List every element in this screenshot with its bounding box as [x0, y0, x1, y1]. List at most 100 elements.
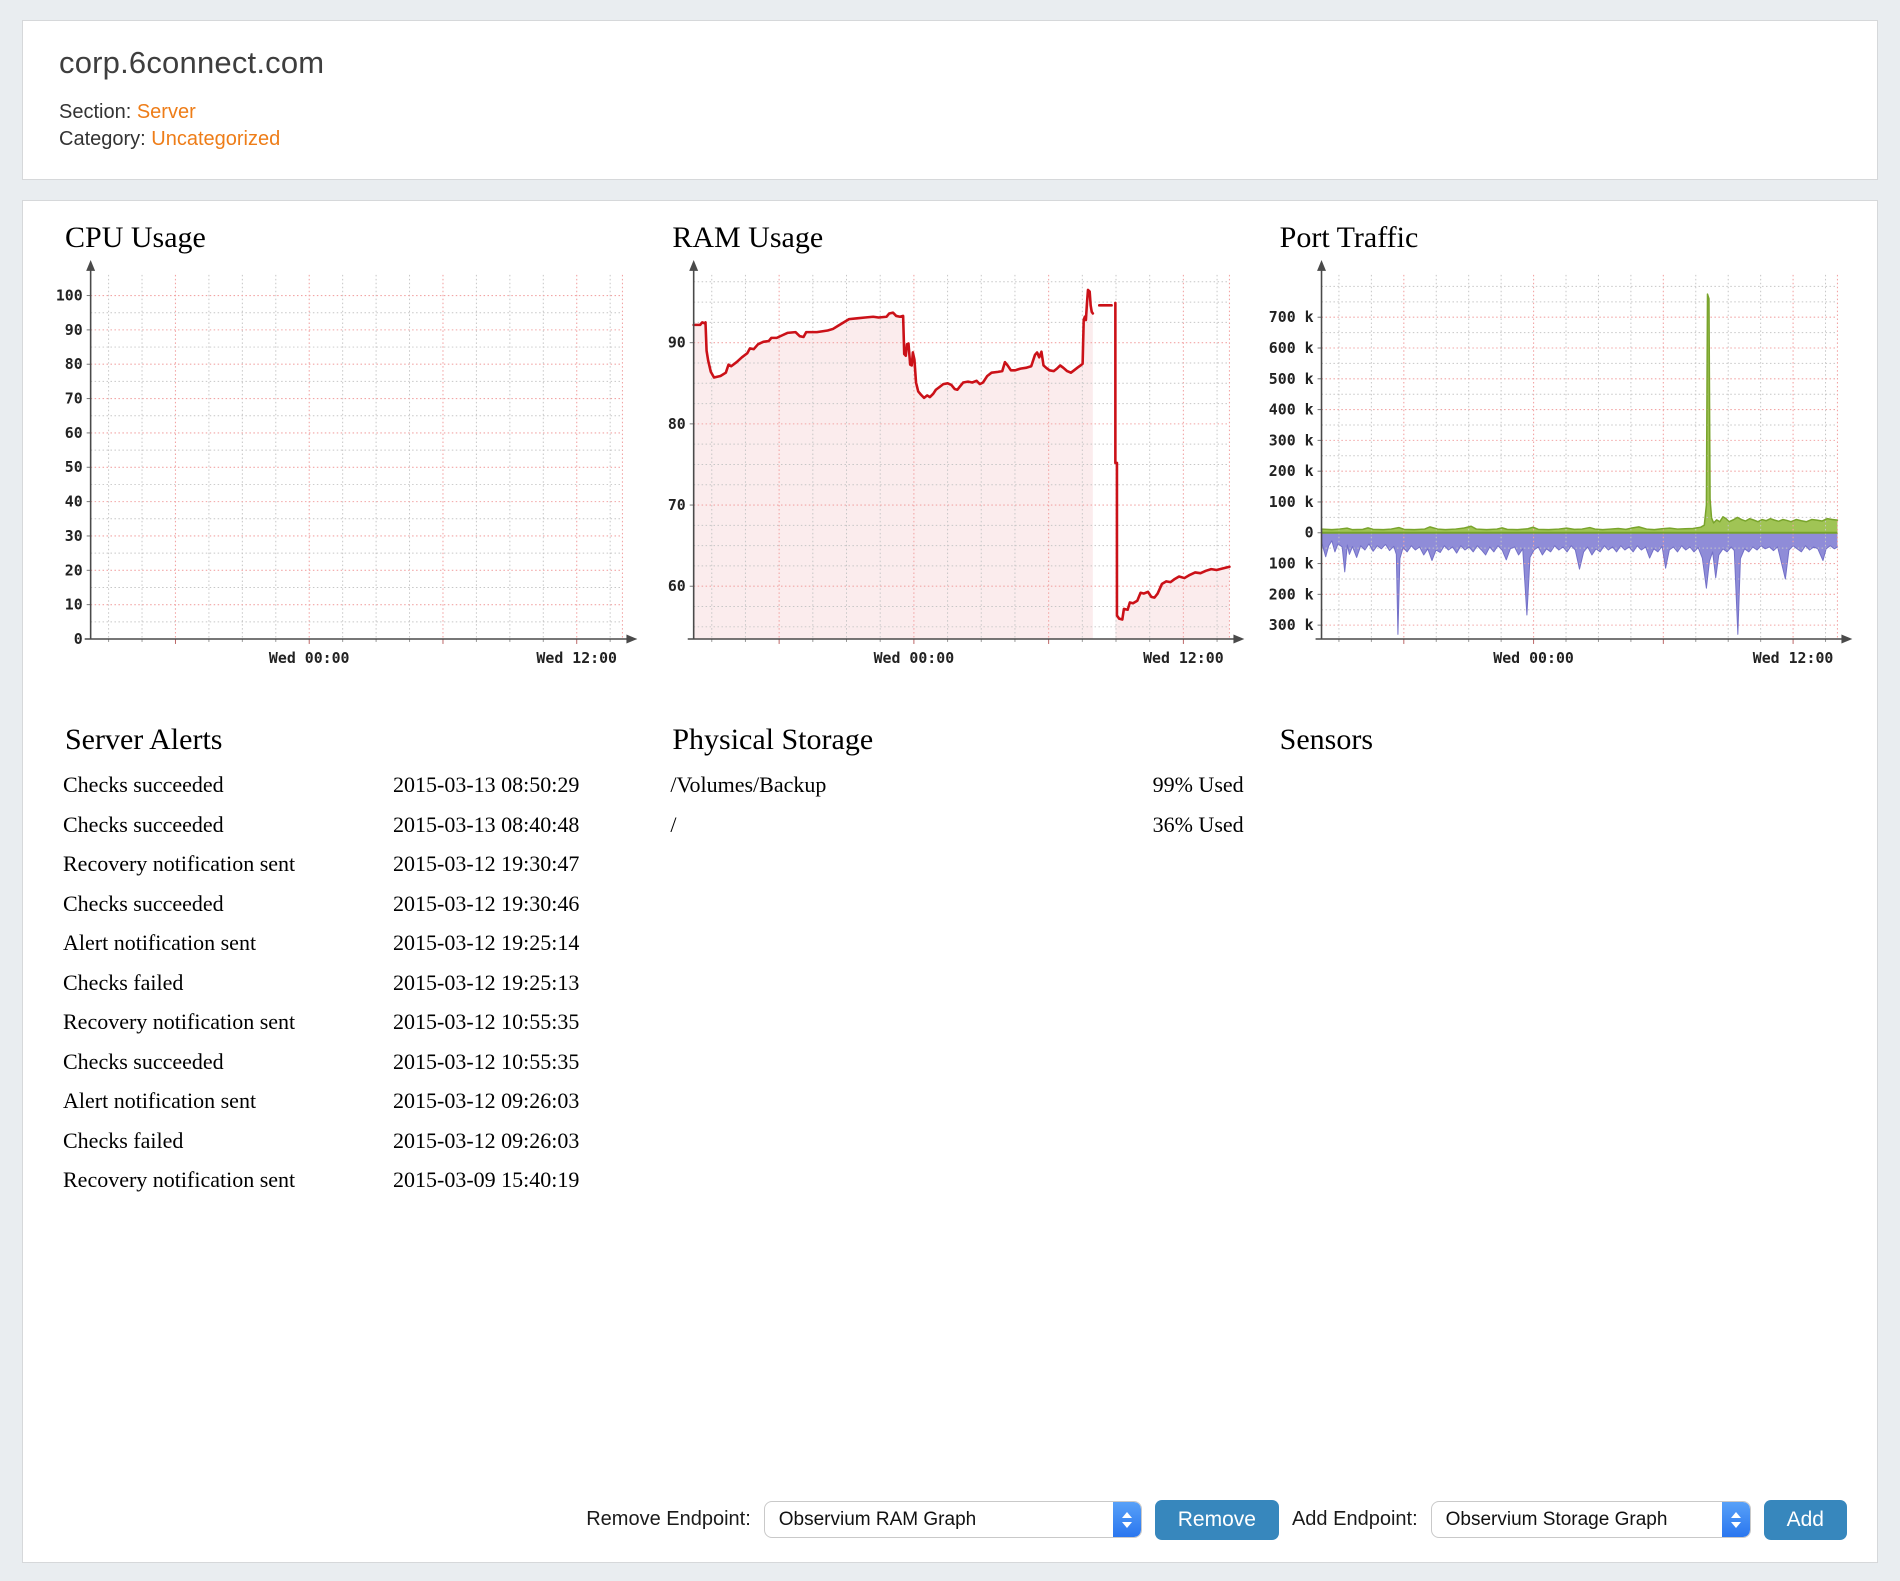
remove-endpoint-select[interactable]: Observium RAM Graph	[764, 1501, 1142, 1538]
select-stepper-icon	[1722, 1502, 1750, 1537]
ram-usage-section: RAM Usage 60708090Wed 00:00Wed 12:00	[652, 207, 1247, 703]
add-endpoint-label: Add Endpoint:	[1292, 1508, 1418, 1531]
physical-storage-section: Physical Storage /Volumes/Backup99% Used…	[652, 709, 1247, 1200]
server-alerts-list: Checks succeeded2015-03-13 08:50:29 Chec…	[45, 765, 640, 1200]
svg-text:70: 70	[65, 390, 83, 408]
section-value-link[interactable]: Server	[137, 101, 196, 123]
svg-text:300 k: 300 k	[1268, 431, 1313, 449]
sensors-title: Sensors	[1280, 723, 1855, 757]
svg-text:700 k: 700 k	[1268, 308, 1313, 326]
alert-time: 2015-03-09 15:40:19	[393, 1160, 640, 1200]
svg-text:70: 70	[668, 496, 686, 514]
section-label: Section:	[59, 101, 131, 123]
category-value-link[interactable]: Uncategorized	[151, 128, 280, 150]
sensors-section: Sensors	[1260, 709, 1855, 1200]
alert-row: Checks succeeded2015-03-12 10:55:35	[45, 1042, 640, 1082]
svg-text:0: 0	[1304, 524, 1313, 542]
alert-row: Alert notification sent2015-03-12 09:26:…	[45, 1081, 640, 1121]
section-line: Section: Server	[59, 99, 1841, 126]
page: corp.6connect.com Section: Server Catego…	[0, 0, 1900, 1581]
svg-text:200 k: 200 k	[1268, 462, 1313, 480]
alert-row: Alert notification sent2015-03-12 19:25:…	[45, 923, 640, 963]
alert-label: Recovery notification sent	[63, 844, 393, 884]
chevron-up-icon	[1731, 1512, 1741, 1518]
svg-text:50: 50	[65, 458, 83, 476]
alert-time: 2015-03-12 19:25:13	[393, 963, 640, 1003]
alert-time: 2015-03-12 10:55:35	[393, 1002, 640, 1042]
alert-row: Checks succeeded2015-03-13 08:40:48	[45, 805, 640, 845]
alert-time: 2015-03-12 10:55:35	[393, 1042, 640, 1082]
dashboard-card: CPU Usage 0 10 20 30 40 50 60 70 80 90 100 Wed 00:0…	[22, 200, 1878, 1563]
svg-text:90: 90	[65, 321, 83, 339]
svg-text:60: 60	[668, 577, 686, 595]
alert-row: Checks succeeded2015-03-12 19:30:46	[45, 884, 640, 924]
svg-text:Wed 00:00: Wed 00:00	[1493, 649, 1574, 667]
svg-text:40: 40	[65, 493, 83, 511]
svg-text:300 k: 300 k	[1268, 616, 1313, 634]
alert-row: Recovery notification sent2015-03-12 19:…	[45, 844, 640, 884]
chevron-down-icon	[1122, 1522, 1132, 1528]
port-traffic-section: Port Traffic 300 k200 k100 k0100 k200 k3…	[1260, 207, 1855, 703]
add-endpoint-select[interactable]: Observium Storage Graph	[1431, 1501, 1751, 1538]
svg-text:100 k: 100 k	[1268, 493, 1313, 511]
port-traffic-chart: 300 k200 k100 k0100 k200 k300 k400 k500 …	[1260, 257, 1855, 703]
server-alerts-section: Server Alerts Checks succeeded2015-03-13…	[45, 709, 640, 1200]
page-title: corp.6connect.com	[59, 45, 1841, 81]
svg-text:60: 60	[65, 424, 83, 442]
cpu-usage-chart: 0102030405060708090100Wed 00:00Wed 12:00	[45, 257, 640, 703]
port-traffic-title: Port Traffic	[1280, 221, 1855, 255]
add-button[interactable]: Add	[1764, 1500, 1847, 1540]
remove-button[interactable]: Remove	[1155, 1500, 1279, 1540]
alert-time: 2015-03-12 19:25:14	[393, 923, 640, 963]
remove-endpoint-label: Remove Endpoint:	[586, 1508, 751, 1531]
alert-label: Alert notification sent	[63, 923, 393, 963]
remove-endpoint-select-value: Observium RAM Graph	[765, 1509, 1113, 1531]
info-row: Server Alerts Checks succeeded2015-03-13…	[45, 709, 1855, 1200]
charts-row: CPU Usage 0 10 20 30 40 50 60 70 80 90 100 Wed 00:0…	[45, 207, 1855, 703]
svg-text:0: 0	[74, 630, 83, 648]
alert-time: 2015-03-13 08:50:29	[393, 765, 640, 805]
cpu-usage-section: CPU Usage 0102030405060708090100Wed 00:0…	[45, 207, 640, 703]
svg-text:Wed 12:00: Wed 12:00	[1752, 649, 1833, 667]
svg-text:80: 80	[65, 355, 83, 373]
alert-label: Checks succeeded	[63, 765, 393, 805]
svg-text:100 k: 100 k	[1268, 555, 1313, 573]
alert-label: Recovery notification sent	[63, 1160, 393, 1200]
alert-label: Checks failed	[63, 963, 393, 1003]
cpu-usage-title: CPU Usage	[65, 221, 640, 255]
alert-time: 2015-03-13 08:40:48	[393, 805, 640, 845]
svg-text:20: 20	[65, 561, 83, 579]
svg-text:Wed 00:00: Wed 00:00	[874, 649, 955, 667]
alert-time: 2015-03-12 19:30:47	[393, 844, 640, 884]
svg-text:30: 30	[65, 527, 83, 545]
storage-used: 99% Used	[1153, 765, 1244, 805]
endpoint-controls: Remove Endpoint: Observium RAM Graph Rem…	[45, 1500, 1847, 1540]
svg-text:600 k: 600 k	[1268, 339, 1313, 357]
alert-row: Checks succeeded2015-03-13 08:50:29	[45, 765, 640, 805]
alert-label: Checks succeeded	[63, 1042, 393, 1082]
physical-storage-list: /Volumes/Backup99% Used /36% Used	[652, 765, 1247, 844]
alert-row: Checks failed2015-03-12 19:25:13	[45, 963, 640, 1003]
alert-label: Recovery notification sent	[63, 1002, 393, 1042]
alert-row: Recovery notification sent2015-03-09 15:…	[45, 1160, 640, 1200]
host-meta: Section: Server Category: Uncategorized	[59, 99, 1841, 153]
ram-usage-chart: 60708090Wed 00:00Wed 12:00	[652, 257, 1247, 703]
alert-label: Checks succeeded	[63, 805, 393, 845]
svg-text:Wed 12:00: Wed 12:00	[1143, 649, 1224, 667]
server-alerts-title: Server Alerts	[65, 723, 640, 757]
chevron-down-icon	[1731, 1522, 1741, 1528]
alert-row: Recovery notification sent2015-03-12 10:…	[45, 1002, 640, 1042]
ram-usage-title: RAM Usage	[672, 221, 1247, 255]
category-line: Category: Uncategorized	[59, 126, 1841, 153]
storage-path: /	[670, 805, 1152, 845]
svg-text:100: 100	[56, 287, 83, 305]
storage-row: /Volumes/Backup99% Used	[652, 765, 1247, 805]
storage-used: 36% Used	[1153, 805, 1244, 845]
alert-label: Checks failed	[63, 1121, 393, 1161]
svg-text:10: 10	[65, 596, 83, 614]
alert-label: Alert notification sent	[63, 1081, 393, 1121]
alert-time: 2015-03-12 09:26:03	[393, 1121, 640, 1161]
header-card: corp.6connect.com Section: Server Catego…	[22, 20, 1878, 180]
svg-text:400 k: 400 k	[1268, 401, 1313, 419]
select-stepper-icon	[1113, 1502, 1141, 1537]
